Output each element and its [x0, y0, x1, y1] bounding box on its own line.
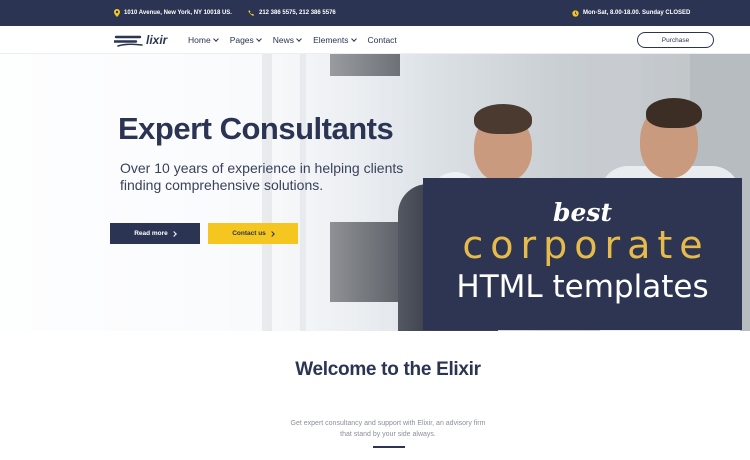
menu-item-label: Pages [229, 35, 254, 45]
chevron-right-icon [268, 230, 275, 237]
welcome-title: Welcome to the Elixir [295, 359, 481, 380]
menu-item-elements[interactable]: Elements [313, 35, 357, 45]
chevron-down-icon [350, 36, 357, 42]
menu-item-pages[interactable]: Pages [229, 35, 262, 45]
welcome-text-line: that stand by your side always. [340, 431, 436, 438]
badge-line-html-templates: HTML templates [456, 269, 709, 305]
promo-badge: best corporate HTML templates [423, 178, 742, 330]
chevron-down-icon [212, 36, 219, 42]
logo-text: lixir [146, 33, 168, 47]
phone-icon [248, 9, 254, 16]
hero-title: Expert Consultants [118, 111, 394, 146]
read-more-label: Read more [134, 230, 168, 237]
contact-us-button[interactable]: Contact us [208, 223, 298, 244]
menu-item-news[interactable]: News [272, 35, 302, 45]
purchase-button[interactable]: Purchase [637, 32, 714, 48]
phone-text: 212 386 5575, 212 386 5576 [259, 10, 336, 16]
menu-item-contact[interactable]: Contact [368, 35, 397, 45]
clock-icon [572, 9, 579, 17]
main-navbar: lixir Home Pages News Elements Contact P… [0, 26, 750, 54]
hours-info: Mon-Sat, 8.00-18.00. Sunday CLOSED [572, 0, 690, 26]
menu-item-label: Home [188, 35, 211, 45]
chevron-down-icon [296, 36, 302, 42]
address-info: 1010 Avenue, New York, NY 10018 US. [114, 0, 232, 26]
welcome-text-line: Get expert consultancy and support with … [290, 420, 486, 427]
logo[interactable]: lixir [114, 32, 167, 48]
badge-line-corporate: corporate [462, 223, 710, 267]
welcome-text: Get expert consultancy and support with … [0, 418, 750, 440]
hours-text: Mon-Sat, 8.00-18.00. Sunday CLOSED [583, 10, 691, 16]
main-menu: Home Pages News Elements Contact [188, 26, 397, 54]
menu-item-home[interactable]: Home [188, 35, 219, 45]
chevron-right-icon [170, 230, 177, 237]
hero-subtitle: Over 10 years of experience in helping c… [120, 160, 404, 193]
contact-us-label: Contact us [232, 230, 266, 237]
section-divider [373, 446, 405, 448]
address-text: 1010 Avenue, New York, NY 10018 US. [124, 10, 232, 16]
top-info-bar: 1010 Avenue, New York, NY 10018 US. 212 … [0, 0, 750, 26]
logo-mark-icon [114, 35, 143, 47]
chevron-down-icon [255, 36, 262, 42]
phone-info: 212 386 5575, 212 386 5576 [248, 0, 336, 26]
menu-item-label: Elements [313, 35, 349, 45]
location-pin-icon [114, 9, 120, 17]
menu-item-label: Contact [367, 35, 397, 45]
read-more-button[interactable]: Read more [110, 223, 200, 244]
menu-item-label: News [272, 35, 295, 45]
